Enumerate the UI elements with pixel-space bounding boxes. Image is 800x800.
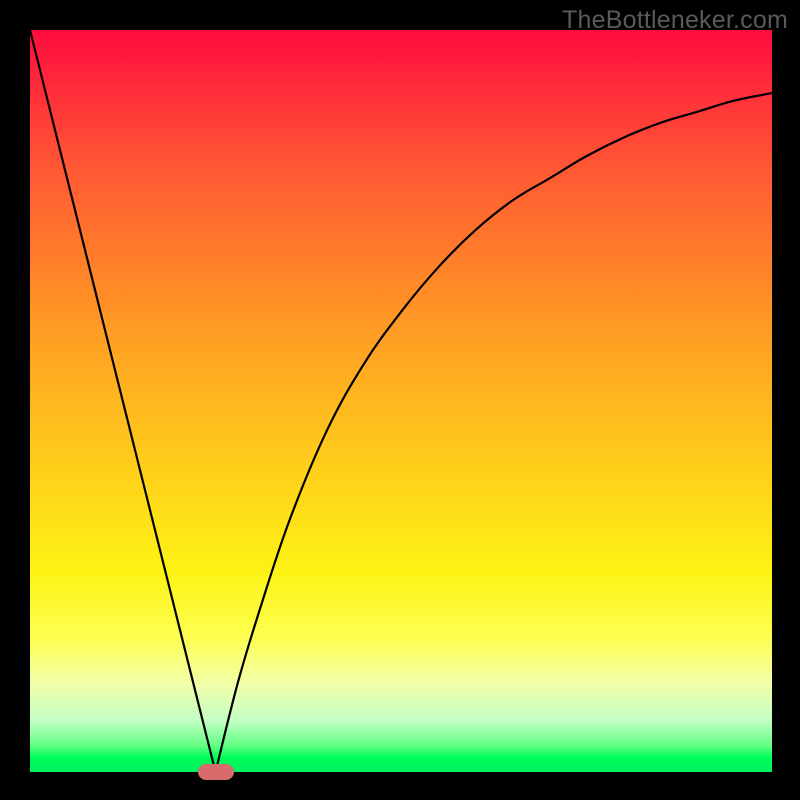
curve-right-branch	[216, 93, 773, 772]
minimum-marker	[198, 764, 234, 780]
curve-svg	[30, 30, 772, 772]
plot-area	[30, 30, 772, 772]
curve-left-branch	[30, 30, 216, 772]
chart-frame: TheBottleneker.com	[0, 0, 800, 800]
